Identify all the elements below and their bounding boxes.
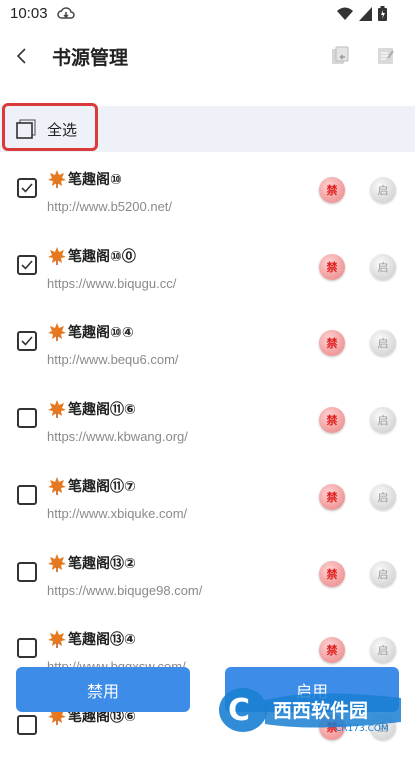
list-item[interactable]: 笔趣阁⑪⑥ https://www.kbwang.org/禁启: [0, 382, 415, 458]
item-checkbox[interactable]: [17, 484, 37, 505]
app-bar: 书源管理: [0, 28, 415, 86]
list-item[interactable]: 笔趣阁⑪⑦ http://www.xbiquke.com/禁启: [0, 459, 415, 535]
maple-leaf-icon: [47, 322, 67, 342]
maple-leaf-icon: [47, 246, 67, 266]
svg-text:西西软件园: 西西软件园: [273, 699, 368, 722]
wifi-icon: [337, 6, 353, 25]
maple-leaf-icon: [47, 169, 67, 189]
source-url: http://www.bequ6.com/: [47, 352, 179, 368]
enable-item-button[interactable]: 启: [370, 253, 396, 280]
source-url: https://www.biqugu.cc/: [47, 275, 177, 291]
item-checkbox[interactable]: [17, 408, 37, 429]
source-name: 笔趣阁⑩⓪: [68, 248, 136, 265]
item-checkbox[interactable]: [17, 178, 37, 198]
list-item[interactable]: 笔趣阁⑩⓪ https://www.biqugu.cc/禁启: [0, 229, 415, 305]
back-arrow-icon[interactable]: [10, 44, 34, 68]
ban-button[interactable]: 禁: [319, 637, 345, 664]
maple-leaf-icon: [47, 629, 67, 649]
ban-button[interactable]: 禁: [319, 560, 345, 587]
source-name: 笔趣阁⑬④: [68, 632, 136, 649]
source-url: https://www.biquge98.com/: [47, 582, 203, 598]
ban-button[interactable]: 禁: [319, 483, 345, 510]
item-checkbox[interactable]: [17, 254, 37, 275]
highlight-frame: [2, 103, 98, 151]
svg-text:C: C: [228, 693, 250, 728]
battery-icon: [378, 6, 387, 25]
source-url: https://www.kbwang.org/: [47, 429, 188, 445]
enable-item-button[interactable]: 启: [370, 330, 396, 357]
maple-leaf-icon: [47, 476, 67, 496]
status-time: 10:03: [10, 5, 48, 22]
source-name: 笔趣阁⑪⑥: [68, 402, 136, 419]
watermark-logo: C 西西软件园 CR173.COM: [215, 684, 405, 736]
enable-item-button[interactable]: 启: [370, 637, 396, 664]
cloud-download-icon: [57, 6, 75, 26]
edit-note-icon[interactable]: [376, 46, 396, 66]
source-name: 笔趣阁⑬②: [68, 555, 136, 572]
list-item[interactable]: 笔趣阁⑩④ http://www.bequ6.com/禁启: [0, 305, 415, 381]
enable-item-button[interactable]: 启: [370, 407, 396, 434]
enable-item-button[interactable]: 启: [370, 177, 396, 203]
source-name: 笔趣阁⑩: [68, 172, 122, 188]
source-url: http://www.xbiquke.com/: [47, 505, 188, 521]
source-url: http://www.b5200.net/: [47, 199, 173, 214]
ban-button[interactable]: 禁: [319, 407, 345, 434]
item-checkbox[interactable]: [17, 331, 37, 352]
source-name: 笔趣阁⑪⑦: [68, 478, 136, 495]
enable-item-button[interactable]: 启: [370, 560, 396, 587]
source-name: 笔趣阁⑩④: [68, 325, 134, 342]
list-item[interactable]: 笔趣阁⑩ http://www.b5200.net/禁启: [0, 152, 415, 228]
list-item[interactable]: 笔趣阁⑬② https://www.biquge98.com/禁启: [0, 536, 415, 612]
item-checkbox[interactable]: [17, 714, 37, 735]
ban-button[interactable]: 禁: [319, 177, 345, 203]
ban-button[interactable]: 禁: [319, 253, 345, 280]
svg-text:CR173.COM: CR173.COM: [335, 724, 389, 734]
ban-button[interactable]: 禁: [319, 330, 345, 357]
import-icon[interactable]: [330, 46, 350, 66]
enable-item-button[interactable]: 启: [370, 483, 396, 510]
item-checkbox[interactable]: [17, 638, 37, 659]
disable-button[interactable]: 禁用: [16, 667, 190, 712]
maple-leaf-icon: [47, 553, 67, 573]
status-bar: 10:03: [0, 0, 415, 28]
item-checkbox[interactable]: [17, 561, 37, 582]
signal-icon: [359, 6, 372, 25]
maple-leaf-icon: [47, 399, 67, 419]
page-title: 书源管理: [52, 47, 129, 69]
